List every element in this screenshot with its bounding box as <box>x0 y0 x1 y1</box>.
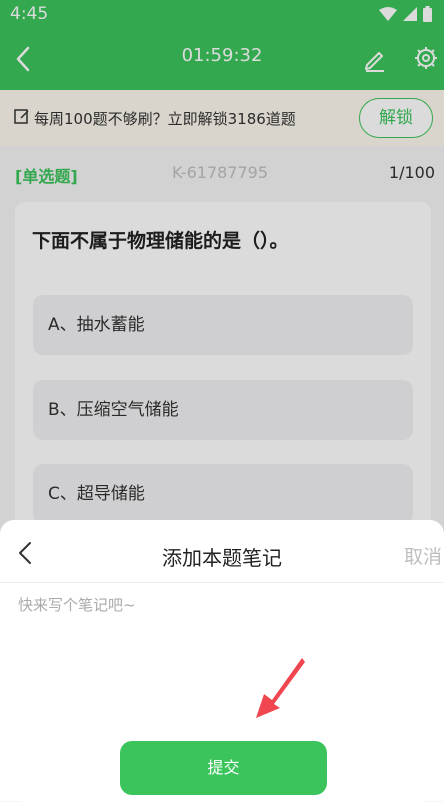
sheet-divider <box>0 582 444 583</box>
sheet-title: 添加本题笔记 <box>162 546 282 570</box>
note-input[interactable] <box>16 592 432 736</box>
annotation-arrow-icon <box>256 658 305 718</box>
submit-button[interactable]: 提交 <box>120 741 327 795</box>
cancel-button[interactable]: 取消 <box>404 542 442 569</box>
